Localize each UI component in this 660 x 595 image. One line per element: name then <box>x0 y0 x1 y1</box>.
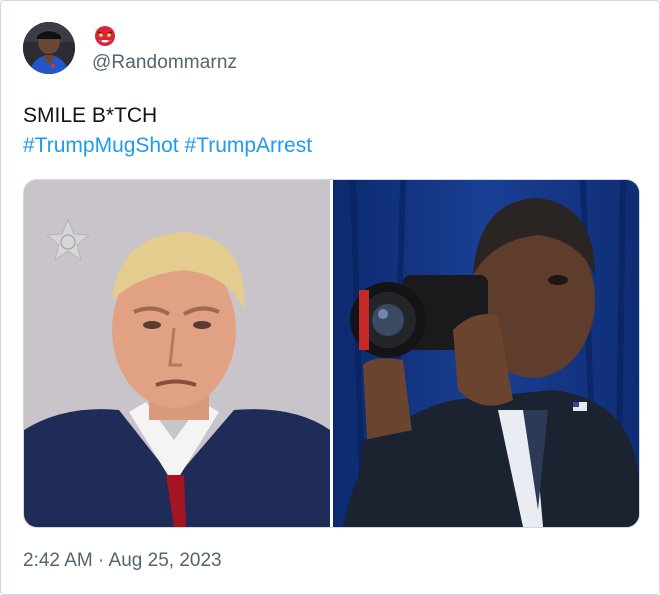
ogre-mask-emoji-icon <box>93 25 117 46</box>
tweet-timestamp[interactable]: 2:42 AM · Aug 25, 2023 <box>23 550 222 572</box>
avatar[interactable] <box>23 22 75 74</box>
camera-image <box>333 180 639 527</box>
tweet-text: SMILE B*TCH <box>23 104 158 127</box>
camera-photo[interactable] <box>333 180 639 527</box>
media-grid <box>23 179 640 528</box>
hashtag-line: #TrumpMugShot #TrumpArrest <box>23 132 312 160</box>
mugshot-photo[interactable] <box>24 180 330 527</box>
hashtag-link[interactable]: #TrumpArrest <box>184 134 312 157</box>
avatar-photo <box>23 22 75 74</box>
tweet-card: @Randommarnz SMILE B*TCH #TrumpMugShot #… <box>0 0 660 595</box>
mugshot-image <box>24 180 330 527</box>
author-handle[interactable]: @Randommarnz <box>92 52 237 74</box>
hashtag-link[interactable]: #TrumpMugShot <box>23 134 179 157</box>
